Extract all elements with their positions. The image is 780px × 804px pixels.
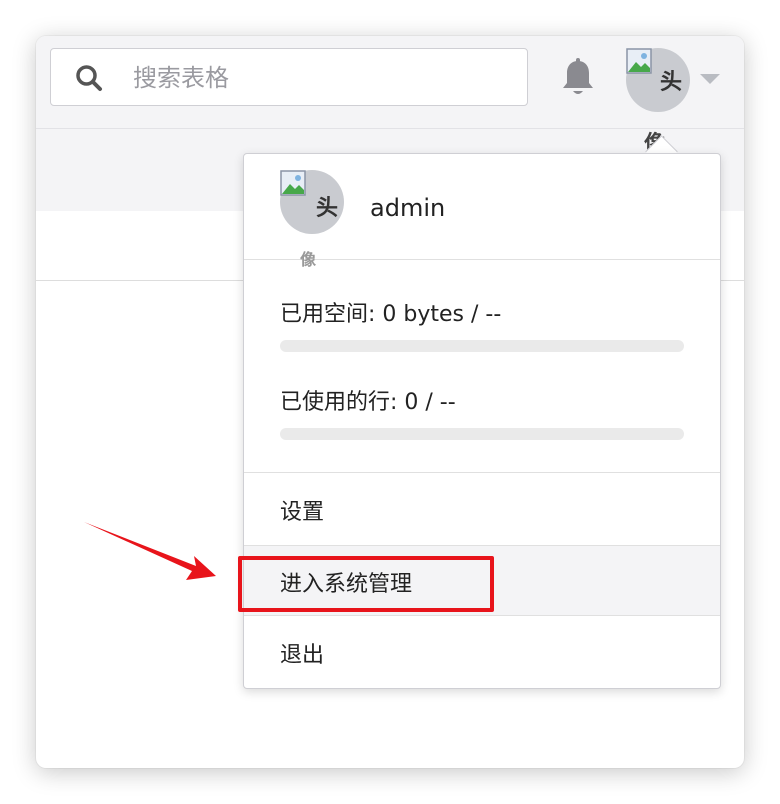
rows-used-label: 已使用的行: 0 / -- [280,390,456,415]
menu-item-settings[interactable]: 设置 [244,474,720,545]
menu-item-label: 设置 [280,500,325,525]
bell-icon[interactable] [560,58,596,98]
top-bar: 头 [36,36,744,129]
avatar-alt-text: 头 [316,196,339,221]
menu-item-logout[interactable]: 退出 [244,617,720,688]
avatar[interactable]: 头 [626,48,690,112]
usage-section: 已用空间: 0 bytes / -- 已使用的行: 0 / -- [244,260,720,473]
broken-image-icon [626,48,652,74]
space-used-progress [280,340,684,352]
chevron-down-icon[interactable] [700,74,720,84]
search-input[interactable] [131,59,515,97]
rows-used-progress [280,428,684,440]
avatar: 头 像 [280,170,344,269]
avatar-alt-text: 头 [660,70,683,95]
user-info: 头 像 admin [244,154,720,269]
search-box[interactable] [50,48,528,106]
search-icon [76,65,102,91]
broken-image-icon [280,170,306,196]
annotation-highlight-box [238,556,494,612]
menu-item-label: 退出 [280,643,325,668]
space-used-label: 已用空间: 0 bytes / -- [280,302,502,327]
username: admin [370,194,446,222]
